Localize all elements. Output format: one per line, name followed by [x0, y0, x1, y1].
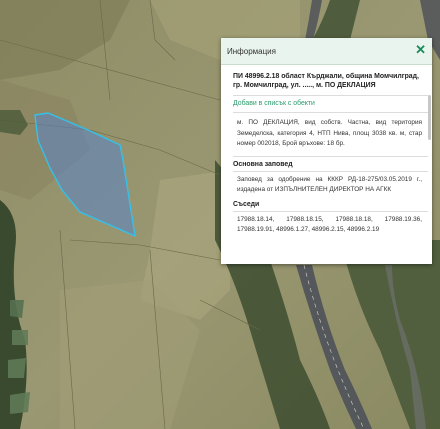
- divider: [233, 155, 428, 157]
- neighbors-list: 17988.18.14, 17988.18.15, 17988.18.18, 1…: [237, 215, 422, 234]
- parcel-description: м. ПО ДЕКЛАЦИЯ, вид собств. Частна, вид …: [237, 119, 422, 147]
- add-to-list-link[interactable]: Добави в списък с обекти: [233, 100, 432, 107]
- order-heading: Основна заповед: [233, 160, 293, 168]
- divider: [233, 95, 428, 96]
- parcel-heading: ПИ 48996.2.18 област Кърджали, община Мо…: [233, 73, 419, 89]
- divider: [233, 112, 428, 113]
- order-text: Заповед за одобрение на КККР РД-18-275/0…: [237, 175, 422, 194]
- panel-scrollbar[interactable]: [428, 95, 431, 140]
- divider: [233, 170, 428, 172]
- close-icon[interactable]: ✕: [415, 43, 426, 57]
- divider: [233, 210, 428, 212]
- info-panel-body[interactable]: ПИ 48996.2.18 област Кърджали, община Мо…: [221, 65, 432, 264]
- neighbors-heading: Съседи: [233, 200, 260, 208]
- info-panel-header: Информация ✕: [221, 38, 432, 65]
- info-panel-title: Информация: [227, 46, 276, 56]
- info-panel: Информация ✕ ПИ 48996.2.18 област Кърджа…: [221, 38, 432, 264]
